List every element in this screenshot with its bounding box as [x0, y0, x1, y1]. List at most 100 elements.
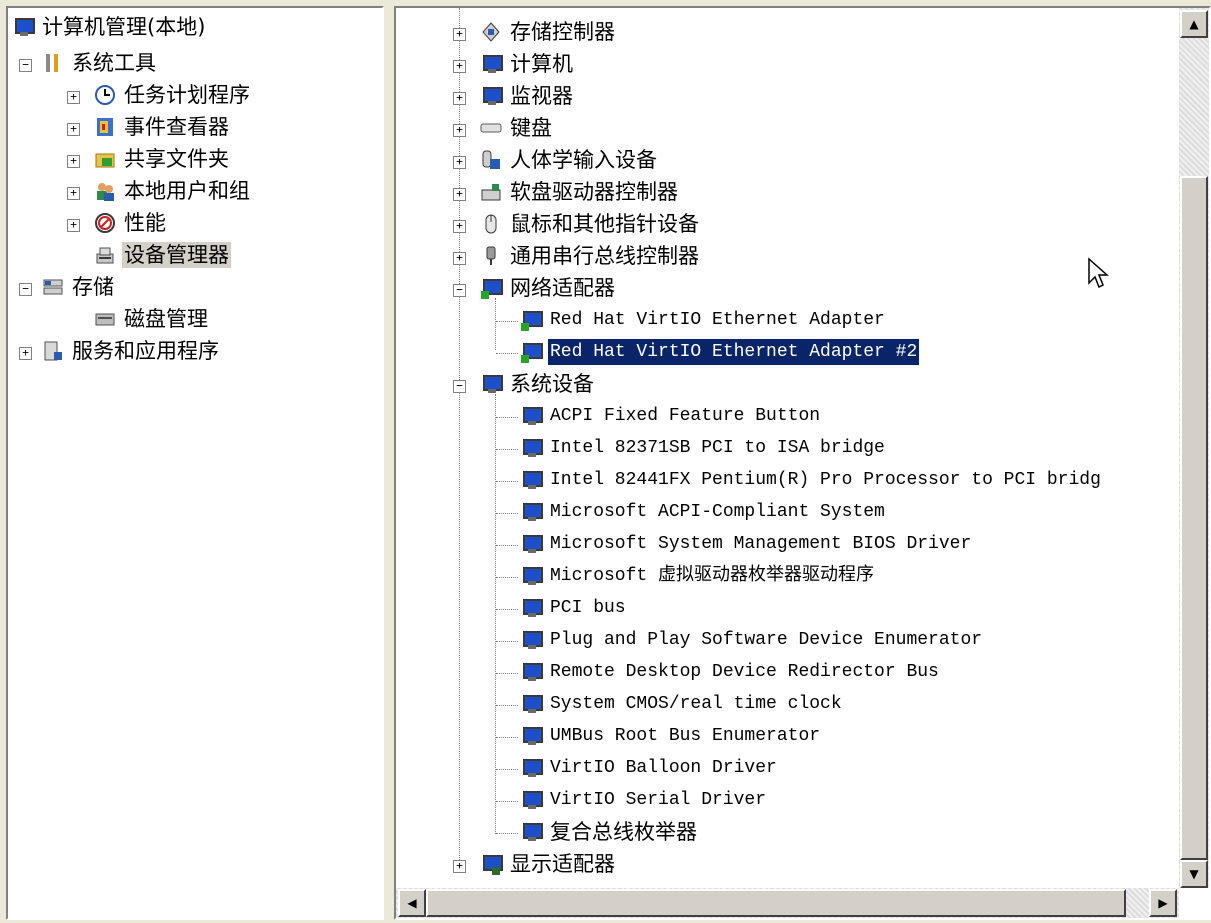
mouse-icon — [480, 213, 502, 235]
tree-line — [496, 609, 518, 610]
system-device-icon — [520, 693, 543, 715]
expand-icon[interactable]: + — [67, 187, 80, 200]
tree-item-sys-device[interactable]: VirtIO Serial Driver — [520, 785, 768, 815]
expand-icon[interactable]: + — [67, 91, 80, 104]
tree-item-label: PCI bus — [550, 598, 626, 618]
expand-icon[interactable]: + — [453, 220, 466, 233]
tree-item-keyboards[interactable]: 键盘 — [480, 113, 554, 143]
expand-icon[interactable]: + — [453, 60, 466, 73]
tree-line — [496, 481, 518, 482]
tree-item-label: 事件查看器 — [124, 115, 229, 139]
collapse-icon[interactable]: − — [453, 284, 466, 297]
device-tree-pane[interactable]: + 存储控制器 + 计算机 + 监视器 + 键盘 + 人体学输入设备 + 软盘驱… — [394, 6, 1211, 920]
monitor-icon — [480, 85, 503, 107]
tree-item-storage-controllers[interactable]: 存储控制器 — [480, 17, 617, 47]
console-tree-pane[interactable]: 计算机管理(本地) − 系统工具 + 任务计划程序 + 事件查看器 + 共享文件… — [6, 6, 384, 920]
tree-item-label: 鼠标和其他指针设备 — [510, 212, 699, 236]
vertical-scrollbar[interactable]: ▲ ▼ — [1179, 8, 1209, 888]
tree-item-sys-device[interactable]: Microsoft 虚拟驱动器枚举器驱动程序 — [520, 561, 876, 591]
tree-item-label: 通用串行总线控制器 — [510, 244, 699, 268]
tree-item-net-adapter-2[interactable]: Red Hat VirtIO Ethernet Adapter #2 — [520, 337, 921, 367]
tree-item-mice[interactable]: 鼠标和其他指针设备 — [480, 209, 701, 239]
tree-line — [496, 577, 518, 578]
tree-item-sys-device[interactable]: PCI bus — [520, 593, 628, 623]
tree-item-sys-device[interactable]: Intel 82441FX Pentium(R) Pro Processor t… — [520, 465, 1103, 495]
scroll-left-button[interactable]: ◀ — [398, 889, 426, 917]
expand-icon[interactable]: + — [67, 219, 80, 232]
tree-line — [496, 641, 518, 642]
tree-item-network-adapters[interactable]: 网络适配器 — [480, 273, 617, 303]
expand-icon[interactable]: + — [453, 860, 466, 873]
tree-item-sys-device[interactable]: VirtIO Balloon Driver — [520, 753, 779, 783]
tree-item-net-adapter-1[interactable]: Red Hat VirtIO Ethernet Adapter — [520, 305, 887, 335]
tree-item-sys-device[interactable]: Microsoft System Management BIOS Driver — [520, 529, 973, 559]
tree-item-label: VirtIO Balloon Driver — [550, 758, 777, 778]
tree-item-label: Microsoft 虚拟驱动器枚举器驱动程序 — [550, 566, 875, 586]
expand-icon[interactable]: + — [453, 252, 466, 265]
tree-item-task-scheduler[interactable]: 任务计划程序 — [94, 80, 252, 110]
expand-icon[interactable]: + — [453, 92, 466, 105]
expand-icon[interactable]: + — [453, 188, 466, 201]
tree-item-computer[interactable]: 计算机 — [480, 49, 575, 79]
tree-item-monitors[interactable]: 监视器 — [480, 81, 575, 111]
system-device-icon — [520, 437, 543, 459]
scroll-right-button[interactable]: ▶ — [1149, 889, 1177, 917]
mouse-cursor-icon — [1088, 257, 1109, 289]
collapse-icon[interactable]: − — [453, 380, 466, 393]
collapse-icon[interactable]: − — [19, 283, 32, 296]
tree-item-label: 任务计划程序 — [124, 83, 250, 107]
tree-item-sys-device[interactable]: System CMOS/real time clock — [520, 689, 844, 719]
tree-item-sys-device[interactable]: UMBus Root Bus Enumerator — [520, 721, 822, 751]
system-device-icon — [520, 725, 543, 747]
scroll-up-button[interactable]: ▲ — [1180, 10, 1208, 38]
tree-line — [496, 353, 518, 354]
usb-icon — [480, 245, 502, 267]
tree-item-sys-device[interactable]: ACPI Fixed Feature Button — [520, 401, 822, 431]
expand-icon[interactable]: + — [19, 347, 32, 360]
tree-item-system-devices[interactable]: 系统设备 — [480, 369, 596, 399]
system-device-icon — [520, 821, 543, 843]
horizontal-scrollbar[interactable]: ◀ ▶ — [396, 888, 1179, 918]
services-icon — [42, 340, 64, 362]
tree-item-sys-device[interactable]: Microsoft ACPI-Compliant System — [520, 497, 887, 527]
tree-item-local-users[interactable]: 本地用户和组 — [94, 176, 252, 206]
scroll-down-button[interactable]: ▼ — [1180, 860, 1208, 888]
tree-item-event-viewer[interactable]: 事件查看器 — [94, 112, 231, 142]
tree-line — [496, 801, 518, 802]
tree-item-shared-folders[interactable]: 共享文件夹 — [94, 144, 231, 174]
tree-line — [496, 833, 518, 834]
system-device-icon — [520, 757, 543, 779]
tree-item-services-apps[interactable]: 服务和应用程序 — [42, 336, 221, 366]
tree-item-label: ACPI Fixed Feature Button — [550, 406, 821, 426]
tree-item-usb-controllers[interactable]: 通用串行总线控制器 — [480, 241, 701, 271]
tree-item-storage[interactable]: 存储 — [42, 272, 116, 302]
tree-line — [496, 673, 518, 674]
tree-item-display-adapters[interactable]: 显示适配器 — [480, 849, 617, 879]
expand-icon[interactable]: + — [453, 124, 466, 137]
horizontal-scroll-thumb[interactable] — [426, 889, 1126, 917]
scroll-right-icon: ▶ — [1158, 896, 1168, 910]
tree-item-disk-management[interactable]: 磁盘管理 — [94, 304, 210, 334]
expand-icon[interactable]: + — [67, 155, 80, 168]
tree-item-floppy-controllers[interactable]: 软盘驱动器控制器 — [480, 177, 680, 207]
tree-item-sys-device[interactable]: Remote Desktop Device Redirector Bus — [520, 657, 941, 687]
tree-item-sys-device[interactable]: Intel 82371SB PCI to ISA bridge — [520, 433, 887, 463]
tools-icon — [42, 52, 64, 74]
tree-item-label: 本地用户和组 — [124, 179, 250, 203]
tree-item-sys-device[interactable]: 复合总线枚举器 — [520, 817, 699, 847]
tree-item-label: 显示适配器 — [510, 852, 615, 876]
tree-item-device-manager[interactable]: 设备管理器 — [94, 240, 231, 270]
tree-item-computer-management[interactable]: 计算机管理(本地) — [12, 12, 207, 42]
tree-item-label: 存储控制器 — [510, 20, 615, 44]
vertical-scroll-thumb[interactable] — [1180, 176, 1208, 860]
tree-item-hid[interactable]: 人体学输入设备 — [480, 145, 659, 175]
network-adapter-icon — [480, 277, 503, 299]
expand-icon[interactable]: + — [67, 123, 80, 136]
collapse-icon[interactable]: − — [19, 59, 32, 72]
tree-item-performance[interactable]: 性能 — [94, 208, 168, 238]
tree-line — [496, 769, 518, 770]
expand-icon[interactable]: + — [453, 28, 466, 41]
tree-item-sys-device[interactable]: Plug and Play Software Device Enumerator — [520, 625, 984, 655]
expand-icon[interactable]: + — [453, 156, 466, 169]
tree-item-system-tools[interactable]: 系统工具 — [42, 48, 158, 78]
